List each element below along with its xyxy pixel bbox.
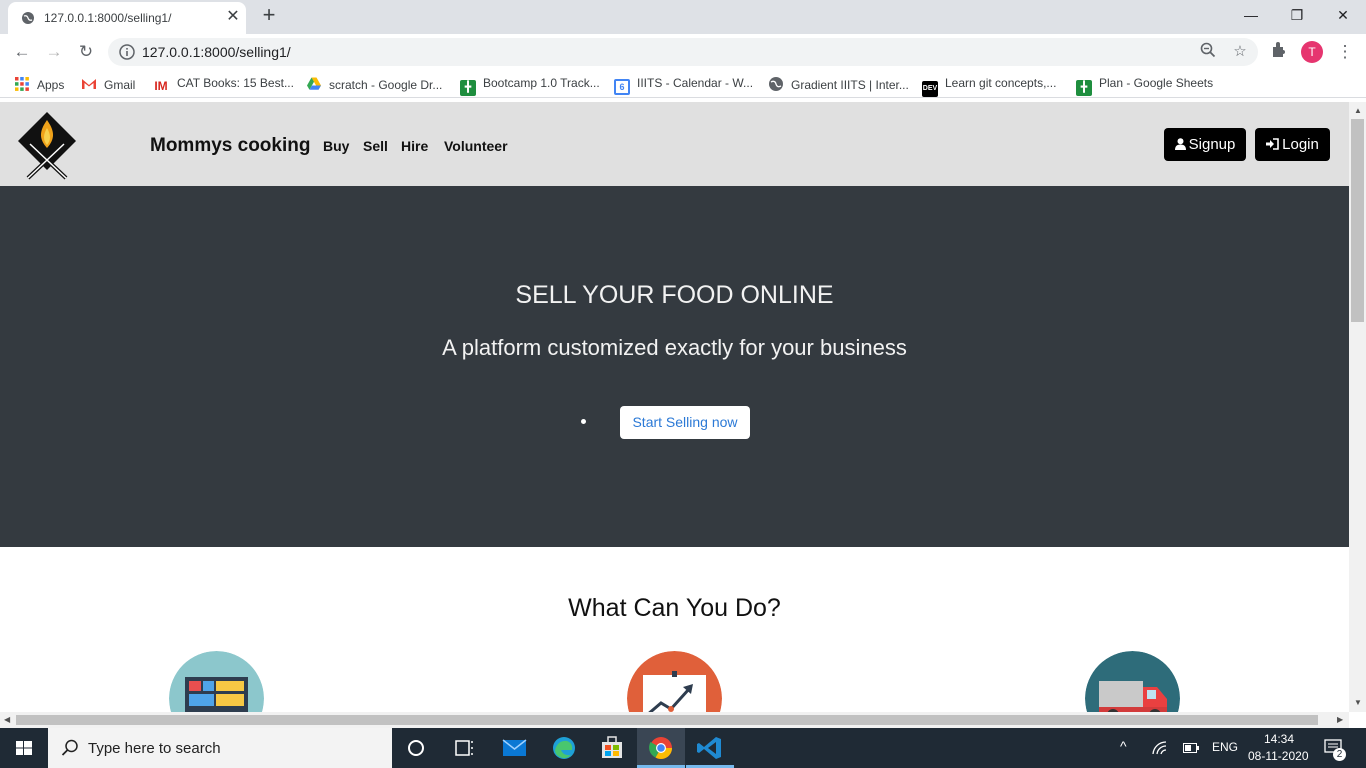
bookmark-scratch-drive[interactable]: scratch - Google Dr... [306,76,442,92]
apps-grid-icon [15,77,29,91]
growth-chart-feature-icon [627,651,722,712]
bookmark-label: CAT Books: 15 Best... [177,76,294,90]
profile-avatar[interactable]: T [1301,41,1323,63]
google-drive-icon [307,77,321,90]
windows-start-icon[interactable] [0,728,48,768]
bookmarks-bar: Apps Gmail IM CAT Books: 15 Best... scrat… [0,70,1366,98]
mail-icon[interactable] [490,728,538,768]
address-bar[interactable]: 127.0.0.1:8000/selling1/ ☆ [108,38,1258,66]
signup-label: Signup [1188,136,1236,153]
section-title: What Can You Do? [568,594,781,622]
bookmark-label: Gradient IIITS | Inter... [791,78,909,92]
forward-icon[interactable]: → [43,41,65,63]
nav-link-buy[interactable]: Buy [323,138,349,154]
scroll-right-arrow-icon[interactable]: ▶ [1337,715,1343,724]
back-icon[interactable]: ← [11,41,33,63]
dev-icon: DEV [922,81,938,97]
google-calendar-icon: 6 [614,79,630,95]
menu-kebab-icon[interactable]: ⋮ [1334,41,1356,63]
chef-logo-icon[interactable] [14,108,80,182]
list-bullet [581,419,586,424]
page-viewport: Mommys cooking Buy Sell Hire Volunteer S… [0,102,1349,712]
language-indicator[interactable]: ENG [1212,740,1238,754]
horizontal-scroll-thumb[interactable] [16,715,1318,725]
zoom-icon[interactable] [1198,42,1218,62]
delivery-truck-feature-icon [1085,651,1180,712]
bookmark-label: Bootcamp 1.0 Track... [483,76,600,90]
google-sheets-icon: ╋ [1076,80,1092,96]
search-placeholder: Type here to search [88,740,221,757]
vertical-scroll-thumb[interactable] [1351,119,1364,322]
bookmark-gradient[interactable]: Gradient IIITS | Inter... [768,76,909,92]
clock-date[interactable]: 08-11-2020 [1248,749,1309,763]
bookmark-label: IIITS - Calendar - W... [637,76,754,90]
windows-taskbar: Type here to search ^ ENG 14:34 08-11-20… [0,728,1366,768]
bookmark-label: scratch - Google Dr... [329,78,443,92]
user-icon [1174,138,1186,150]
horizontal-scrollbar[interactable]: ◀ ▶ [0,712,1349,728]
vscode-icon[interactable] [686,728,734,768]
login-button[interactable]: Login [1255,128,1330,161]
login-label: Login [1282,136,1319,153]
task-view-icon[interactable] [440,728,488,768]
reload-icon[interactable]: ↻ [75,41,97,63]
scroll-down-arrow-icon[interactable]: ▼ [1354,698,1362,707]
network-icon[interactable] [1152,741,1168,755]
cortana-icon[interactable] [392,728,440,768]
scroll-left-arrow-icon[interactable]: ◀ [4,715,10,724]
bookmark-label: Gmail [104,78,136,92]
bookmark-label: Plan - Google Sheets [1099,76,1214,90]
clock-time[interactable]: 14:34 [1264,732,1294,746]
brand-name[interactable]: Mommys cooking [150,135,310,157]
browser-tabstrip: 127.0.0.1:8000/selling1/ ✕ + — ❐ ✕ [0,0,1366,34]
new-tab-icon[interactable]: + [258,4,280,27]
bookmark-cat-books[interactable]: IM CAT Books: 15 Best... [152,76,294,93]
extensions-icon[interactable] [1268,41,1290,63]
vertical-scrollbar[interactable]: ▲ ▼ [1349,102,1366,712]
info-icon[interactable] [118,43,136,61]
url-text[interactable]: 127.0.0.1:8000/selling1/ [142,44,291,60]
site-navbar: Mommys cooking Buy Sell Hire Volunteer S… [0,102,1349,186]
microsoft-store-icon[interactable] [588,728,636,768]
signup-button[interactable]: Signup [1164,128,1246,161]
tab-close-icon[interactable]: ✕ [224,8,242,26]
minimize-icon[interactable]: — [1228,0,1274,30]
restore-icon[interactable]: ❐ [1274,0,1320,30]
bookmark-apps[interactable]: Apps [14,76,64,92]
bookmark-calendar[interactable]: 6 IIITS - Calendar - W... [614,76,754,95]
bookmark-label: Learn git concepts,... [945,76,1057,90]
nav-link-volunteer[interactable]: Volunteer [444,138,508,154]
bookmark-label: Apps [37,78,65,92]
globe-icon [22,12,34,24]
tab-title: 127.0.0.1:8000/selling1/ [44,11,172,25]
bookmark-gmail[interactable]: Gmail [81,76,135,92]
start-selling-button[interactable]: Start Selling now [620,406,750,439]
scroll-up-arrow-icon[interactable]: ▲ [1354,106,1362,115]
hero-subtitle: A platform customized exactly for your b… [442,335,907,360]
hero-section: SELL YOUR FOOD ONLINE A platform customi… [0,186,1349,547]
gmail-icon [82,79,96,89]
taskbar-search-box[interactable]: Type here to search [48,728,392,768]
google-sheets-icon: ╋ [460,80,476,96]
bookmark-learn-git[interactable]: DEV Learn git concepts,... [922,76,1057,97]
close-window-icon[interactable]: ✕ [1320,0,1366,30]
im-icon: IM [154,79,168,93]
sign-in-icon [1266,138,1279,150]
bookmark-star-icon[interactable]: ☆ [1230,42,1250,62]
battery-icon[interactable] [1183,743,1199,753]
search-icon [61,739,78,756]
bookmark-plan-sheets[interactable]: ╋ Plan - Google Sheets [1076,76,1214,96]
bookmark-bootcamp[interactable]: ╋ Bootcamp 1.0 Track... [460,76,600,96]
edge-browser-icon[interactable] [540,728,588,768]
browser-toolbar: ← → ↻ 127.0.0.1:8000/selling1/ ☆ T ⋮ [0,34,1366,70]
nav-link-hire[interactable]: Hire [401,138,428,154]
chrome-icon[interactable] [637,728,685,768]
dashboard-feature-icon [169,651,264,712]
show-hidden-icons-chevron-icon[interactable]: ^ [1120,738,1127,754]
hero-title: SELL YOUR FOOD ONLINE [515,281,834,309]
notification-count-badge: 2 [1333,748,1346,761]
globe-icon [769,77,783,91]
browser-tab[interactable]: 127.0.0.1:8000/selling1/ ✕ [8,2,246,34]
nav-link-sell[interactable]: Sell [363,138,388,154]
